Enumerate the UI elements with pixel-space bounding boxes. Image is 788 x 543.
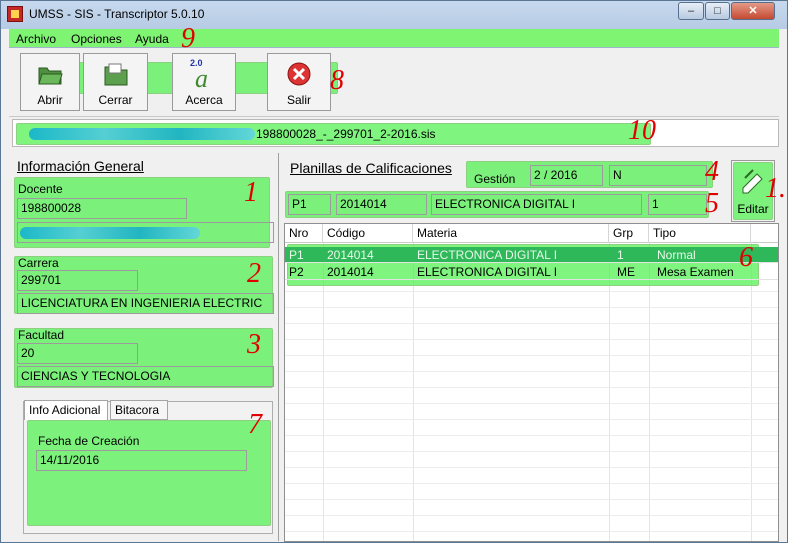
minimize-button[interactable]: ‒ [678, 2, 704, 20]
cell-codigo: 2014014 [327, 248, 374, 262]
cell-tipo: Mesa Examen [657, 265, 734, 279]
folder-closed-icon [104, 63, 127, 86]
title-bar: UMSS - SIS - Transcriptor 5.0.10 ‒ □ ✕ [1, 1, 787, 29]
app-window: UMSS - SIS - Transcriptor 5.0.10 ‒ □ ✕ A… [0, 0, 788, 543]
close-button[interactable]: ✕ [731, 2, 775, 20]
fecha-field: 14/11/2016 [36, 450, 247, 471]
menu-opciones[interactable]: Opciones [71, 32, 122, 46]
grid-lines [285, 243, 778, 541]
info-tabs-panel: Info Adicional Bitacora Fecha de Creació… [23, 400, 273, 534]
annotation-11: 1. [765, 173, 786, 204]
redacted-path [29, 128, 255, 140]
edit-label: Editar [737, 202, 769, 216]
tab-bitacora[interactable]: Bitacora [110, 400, 168, 420]
close-file-button[interactable]: Cerrar [83, 53, 148, 111]
annotation-5: 5 [705, 188, 719, 219]
annotation-6: 6 [739, 242, 753, 273]
col-codigo[interactable]: Código [323, 224, 413, 243]
planillas-table: Nro Código Materia Grp Tipo P1 2014014 E… [284, 223, 779, 542]
menu-bar: Archivo Opciones Ayuda [9, 29, 779, 48]
carrera-label: Carrera [18, 256, 59, 270]
sel-codigo-field: 2014014 [336, 194, 427, 215]
gestion-label: Gestión [474, 172, 516, 186]
docente-name-field [17, 222, 274, 243]
facultad-label: Facultad [18, 328, 65, 342]
about-button[interactable]: 2.0 a Acerca [172, 53, 236, 111]
cell-tipo: Normal [657, 248, 696, 262]
annotation-8: 8 [330, 65, 344, 96]
facultad-name-field: CIENCIAS Y TECNOLOGIA [17, 366, 274, 387]
window-title: UMSS - SIS - Transcriptor 5.0.10 [29, 7, 205, 21]
svg-text:a: a [195, 64, 208, 92]
annotation-4: 4 [705, 156, 719, 187]
docente-label: Docente [18, 182, 63, 196]
annotation-1: 1 [244, 177, 258, 208]
planillas-title: Planillas de Calificaciones [290, 160, 452, 176]
cell-materia: ELECTRONICA DIGITAL I [417, 248, 558, 262]
close-file-label: Cerrar [98, 93, 133, 107]
cell-materia: ELECTRONICA DIGITAL I [417, 265, 558, 279]
menu-archivo[interactable]: Archivo [16, 32, 56, 46]
table-header: Nro Código Materia Grp Tipo [285, 224, 778, 243]
about-a-icon: a [195, 64, 208, 92]
col-materia[interactable]: Materia [413, 224, 609, 243]
annotation-3: 3 [247, 329, 261, 360]
general-info-title: Información General [17, 158, 144, 174]
open-label: Abrir [37, 93, 63, 107]
table-row[interactable]: P1 2014014 ELECTRONICA DIGITAL I 1 Norma… [285, 247, 778, 263]
exit-x-icon [287, 62, 311, 86]
gestion-extra-field: N [609, 165, 707, 186]
file-name: 198800028_-_299701_2-2016.sis [256, 127, 436, 141]
cell-grp: ME [617, 265, 635, 279]
exit-label: Salir [286, 93, 311, 107]
annotation-7: 7 [248, 409, 262, 440]
table-row[interactable]: P2 2014014 ELECTRONICA DIGITAL I ME Mesa… [285, 264, 778, 280]
cell-nro: P2 [289, 265, 304, 279]
sel-nro-field: P1 [288, 194, 331, 215]
cell-nro: P1 [289, 248, 304, 262]
redacted-docente-name [20, 227, 200, 239]
file-path-field: 198800028_-_299701_2-2016.sis [12, 119, 779, 147]
cell-grp: 1 [617, 248, 624, 262]
carrera-name-field: LICENCIATURA EN INGENIERIA ELECTRIC [17, 293, 274, 314]
fecha-label: Fecha de Creación [38, 434, 140, 448]
app-icon [7, 6, 23, 22]
maximize-button[interactable]: □ [705, 2, 730, 20]
cell-codigo: 2014014 [327, 265, 374, 279]
sel-grp-field: 1 [648, 194, 707, 215]
gestion-field: 2 / 2016 [530, 165, 603, 186]
exit-button[interactable]: Salir [267, 53, 331, 111]
docente-code-field: 198800028 [17, 198, 187, 219]
col-grp[interactable]: Grp [609, 224, 649, 243]
facultad-code-field: 20 [17, 343, 138, 364]
panel-divider [278, 153, 279, 541]
about-label: Acerca [185, 93, 223, 107]
open-button[interactable]: Abrir [20, 53, 80, 111]
col-nro[interactable]: Nro [285, 224, 323, 243]
toolbar: Abrir Cerrar 2.0 a Acerca Salir [9, 49, 779, 117]
menu-ayuda[interactable]: Ayuda [135, 32, 169, 46]
annotation-2: 2 [247, 258, 261, 289]
annotation-10: 10 [628, 115, 656, 146]
sel-materia-field: ELECTRONICA DIGITAL I [431, 194, 642, 215]
col-tipo[interactable]: Tipo [649, 224, 751, 243]
carrera-code-field: 299701 [17, 270, 138, 291]
tab-info-adicional[interactable]: Info Adicional [24, 400, 108, 420]
folder-open-icon [38, 67, 63, 85]
